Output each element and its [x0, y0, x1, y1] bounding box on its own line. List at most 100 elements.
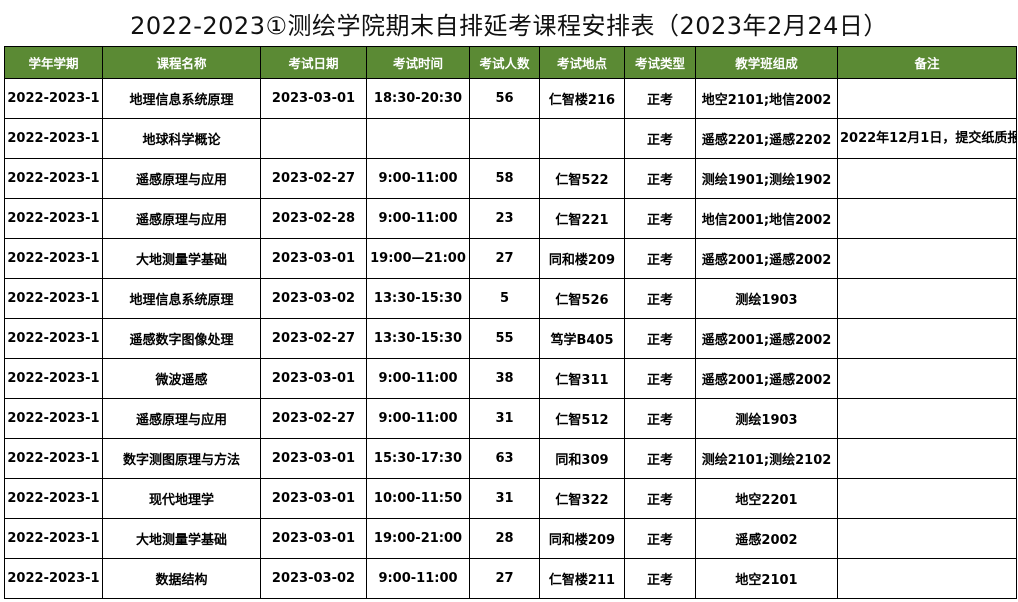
cell-date[interactable]: 2023-03-01 — [260, 478, 367, 519]
cell-exam-type[interactable]: 正考 — [624, 478, 696, 519]
cell-course[interactable]: 遥感原理与应用 — [102, 158, 261, 199]
cell-date[interactable]: 2023-02-28 — [260, 198, 367, 239]
cell-note[interactable] — [837, 158, 1017, 199]
cell-time[interactable]: 19:00—21:00 — [366, 238, 470, 279]
cell-note[interactable] — [837, 438, 1017, 479]
cell-place[interactable]: 仁智楼216 — [539, 78, 625, 119]
cell-time[interactable]: 9:00-11:00 — [366, 198, 470, 239]
cell-exam-type[interactable]: 正考 — [624, 198, 696, 239]
cell-term[interactable]: 2022-2023-1 — [4, 318, 103, 359]
cell-place[interactable]: 仁智221 — [539, 198, 625, 239]
cell-note[interactable] — [837, 238, 1017, 279]
cell-course[interactable]: 地理信息系统原理 — [102, 278, 261, 319]
cell-term[interactable]: 2022-2023-1 — [4, 158, 103, 199]
cell-count[interactable]: 31 — [469, 478, 540, 519]
cell-classes[interactable]: 遥感2002 — [695, 518, 838, 559]
cell-count[interactable]: 63 — [469, 438, 540, 479]
cell-course[interactable]: 现代地理学 — [102, 478, 261, 519]
cell-classes[interactable]: 地空2201 — [695, 478, 838, 519]
cell-date[interactable]: 2023-02-27 — [260, 398, 367, 439]
header-count[interactable]: 考试人数 — [469, 46, 540, 79]
cell-time[interactable]: 9:00-11:00 — [366, 398, 470, 439]
cell-course[interactable]: 遥感原理与应用 — [102, 198, 261, 239]
header-time[interactable]: 考试时间 — [366, 46, 470, 79]
cell-note[interactable]: 2022年12月1日，提交纸质报告到天工楼621 — [837, 118, 1017, 159]
cell-note[interactable] — [837, 558, 1017, 599]
cell-exam-type[interactable]: 正考 — [624, 398, 696, 439]
cell-course[interactable]: 数据结构 — [102, 558, 261, 599]
cell-term[interactable]: 2022-2023-1 — [4, 478, 103, 519]
cell-time[interactable]: 10:00-11:50 — [366, 478, 470, 519]
cell-place[interactable]: 笃学B405 — [539, 318, 625, 359]
cell-date[interactable]: 2023-03-01 — [260, 518, 367, 559]
cell-date[interactable]: 2023-03-01 — [260, 78, 367, 119]
cell-time[interactable]: 9:00-11:00 — [366, 358, 470, 399]
cell-term[interactable]: 2022-2023-1 — [4, 238, 103, 279]
cell-term[interactable]: 2022-2023-1 — [4, 198, 103, 239]
cell-count[interactable]: 56 — [469, 78, 540, 119]
cell-time[interactable]: 9:00-11:00 — [366, 558, 470, 599]
cell-place[interactable]: 仁智311 — [539, 358, 625, 399]
cell-classes[interactable]: 测绘2101;测绘2102 — [695, 438, 838, 479]
cell-classes[interactable]: 遥感2001;遥感2002 — [695, 358, 838, 399]
page-title[interactable]: 2022-2023①测绘学院期末自排延考课程安排表（2023年2月24日） — [0, 0, 1018, 46]
cell-date[interactable]: 2023-02-27 — [260, 158, 367, 199]
cell-note[interactable] — [837, 398, 1017, 439]
cell-course[interactable]: 地球科学概论 — [102, 118, 261, 159]
cell-count[interactable]: 58 — [469, 158, 540, 199]
cell-place[interactable]: 仁智楼211 — [539, 558, 625, 599]
cell-place[interactable]: 同和楼209 — [539, 518, 625, 559]
cell-term[interactable]: 2022-2023-1 — [4, 398, 103, 439]
cell-exam-type[interactable]: 正考 — [624, 78, 696, 119]
cell-note[interactable] — [837, 318, 1017, 359]
cell-exam-type[interactable]: 正考 — [624, 278, 696, 319]
cell-course[interactable]: 数字测图原理与方法 — [102, 438, 261, 479]
header-date[interactable]: 考试日期 — [260, 46, 367, 79]
cell-classes[interactable]: 遥感2001;遥感2002 — [695, 238, 838, 279]
cell-course[interactable]: 遥感数字图像处理 — [102, 318, 261, 359]
cell-note[interactable] — [837, 278, 1017, 319]
header-term[interactable]: 学年学期 — [4, 46, 103, 79]
cell-date[interactable]: 2023-02-27 — [260, 318, 367, 359]
cell-count[interactable]: 27 — [469, 238, 540, 279]
cell-count[interactable]: 23 — [469, 198, 540, 239]
cell-classes[interactable]: 测绘1903 — [695, 278, 838, 319]
cell-exam-type[interactable]: 正考 — [624, 358, 696, 399]
cell-count[interactable]: 28 — [469, 518, 540, 559]
header-classes[interactable]: 教学班组成 — [695, 46, 838, 79]
cell-place[interactable] — [539, 118, 625, 159]
cell-count[interactable]: 38 — [469, 358, 540, 399]
cell-term[interactable]: 2022-2023-1 — [4, 558, 103, 599]
cell-date[interactable]: 2023-03-02 — [260, 278, 367, 319]
cell-classes[interactable]: 测绘1903 — [695, 398, 838, 439]
header-note[interactable]: 备注 — [837, 46, 1017, 79]
cell-course[interactable]: 大地测量学基础 — [102, 518, 261, 559]
cell-date[interactable]: 2023-03-01 — [260, 438, 367, 479]
cell-exam-type[interactable]: 正考 — [624, 158, 696, 199]
cell-classes[interactable]: 地空2101 — [695, 558, 838, 599]
cell-date[interactable] — [260, 118, 367, 159]
cell-date[interactable]: 2023-03-02 — [260, 558, 367, 599]
cell-exam-type[interactable]: 正考 — [624, 318, 696, 359]
cell-exam-type[interactable]: 正考 — [624, 238, 696, 279]
cell-classes[interactable]: 遥感2001;遥感2002 — [695, 318, 838, 359]
cell-note[interactable] — [837, 358, 1017, 399]
cell-course[interactable]: 遥感原理与应用 — [102, 398, 261, 439]
cell-note[interactable] — [837, 478, 1017, 519]
cell-place[interactable]: 仁智522 — [539, 158, 625, 199]
cell-place[interactable]: 仁智322 — [539, 478, 625, 519]
cell-exam-type[interactable]: 正考 — [624, 558, 696, 599]
cell-note[interactable] — [837, 518, 1017, 559]
cell-exam-type[interactable]: 正考 — [624, 118, 696, 159]
cell-note[interactable] — [837, 198, 1017, 239]
cell-time[interactable]: 19:00-21:00 — [366, 518, 470, 559]
cell-count[interactable]: 31 — [469, 398, 540, 439]
cell-term[interactable]: 2022-2023-1 — [4, 518, 103, 559]
cell-term[interactable]: 2022-2023-1 — [4, 78, 103, 119]
cell-note[interactable] — [837, 78, 1017, 119]
cell-place[interactable]: 仁智526 — [539, 278, 625, 319]
cell-time[interactable]: 18:30-20:30 — [366, 78, 470, 119]
cell-count[interactable]: 5 — [469, 278, 540, 319]
cell-date[interactable]: 2023-03-01 — [260, 238, 367, 279]
cell-count[interactable] — [469, 118, 540, 159]
